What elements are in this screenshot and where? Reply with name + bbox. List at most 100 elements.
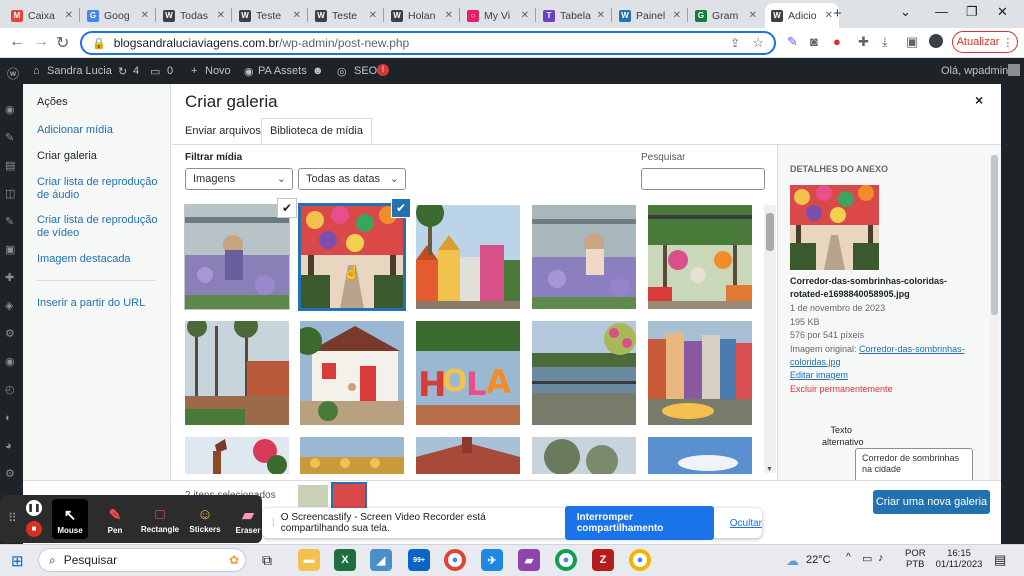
media-thumbnail[interactable] (300, 437, 404, 474)
tab-search-icon[interactable]: ⌄ (900, 4, 911, 20)
browser-tab[interactable]: W Teste ✕ (233, 3, 307, 28)
windows-start-icon[interactable]: ⊞ (11, 552, 24, 570)
volume-icon[interactable]: ♪ (878, 552, 884, 564)
tab-close-icon[interactable]: ✕ (293, 10, 301, 21)
tray-overflow-icon[interactable]: ^ (846, 552, 851, 563)
tab-close-icon[interactable]: ✕ (749, 10, 757, 21)
tab-close-icon[interactable]: ✕ (445, 10, 453, 21)
new-plus-icon[interactable]: + (191, 65, 197, 77)
tab-close-icon[interactable]: ✕ (369, 10, 377, 21)
selection-thumb[interactable] (298, 485, 328, 507)
weather-icon[interactable]: ☁ (786, 553, 799, 569)
back-icon[interactable]: ← (9, 33, 25, 51)
media-thumbnail-selected[interactable] (298, 203, 406, 311)
new-content-link[interactable]: Novo (205, 65, 231, 77)
seo-link[interactable]: SEO (354, 65, 377, 77)
media-thumbnail[interactable] (648, 437, 752, 474)
checkmark-icon[interactable]: ✔ (277, 198, 297, 218)
tool-rectangle[interactable]: □ Rectangle (140, 506, 180, 534)
media-thumbnail[interactable] (185, 437, 289, 474)
address-bar[interactable]: 🔒 blogsandraluciaviagens.com.br/wp-admin… (80, 31, 776, 55)
chrome-profile-icon[interactable]: ● (555, 549, 577, 571)
sidepanel-icon[interactable]: ▣ (906, 34, 918, 50)
notifications-icon[interactable]: ▤ (994, 552, 1006, 568)
drag-icon[interactable]: ⁞ (272, 518, 275, 529)
close-window-icon[interactable]: ✕ (997, 4, 1008, 20)
site-name-link[interactable]: Sandra Lucia (47, 65, 112, 77)
menu-item-audio-playlist[interactable]: Criar lista de reprodução de áudio (37, 176, 162, 202)
checkmark-icon[interactable]: ✔ (391, 198, 411, 218)
camera-extension-icon[interactable]: ◙ (810, 34, 818, 49)
network-icon[interactable]: ▭ (862, 552, 872, 565)
share-icon[interactable]: ⇪ (730, 36, 740, 50)
tool-stickers[interactable]: ☺ Stickers (185, 506, 225, 534)
photos-icon[interactable]: ✈ (481, 549, 503, 571)
pause-icon[interactable]: ❚❚ (26, 500, 42, 516)
clipchamp-icon[interactable]: ▰ (518, 549, 540, 571)
user-avatar[interactable] (1008, 64, 1020, 76)
new-tab-icon[interactable]: + (833, 5, 842, 22)
tab-close-icon[interactable]: ✕ (673, 10, 681, 21)
media-thumbnail[interactable] (532, 321, 636, 425)
browser-tab[interactable]: W Adicio ✕ (765, 3, 839, 28)
record-extension-icon[interactable]: ● (833, 34, 841, 49)
media-thumbnail[interactable] (184, 204, 290, 310)
excel-icon[interactable]: X (334, 549, 356, 571)
stop-sharing-button[interactable]: Interromper compartilhamento (564, 506, 714, 540)
media-thumbnail[interactable] (185, 321, 289, 425)
filter-type-select[interactable]: Imagens ⌄ (185, 168, 293, 190)
media-thumbnail[interactable] (416, 437, 520, 474)
edit-image-link[interactable]: Editar imagem (790, 370, 848, 380)
comments-icon[interactable]: ▭ (150, 65, 160, 78)
delete-permanently-link[interactable]: Excluir permanentemente (790, 383, 980, 396)
forward-icon[interactable]: → (33, 33, 49, 51)
clock[interactable]: 16:15 01/11/2023 (934, 548, 984, 570)
library-scrollbar[interactable] (764, 205, 776, 473)
browser-tab[interactable]: ○ My Vi ✕ (461, 3, 535, 28)
selection-thumb[interactable] (331, 482, 367, 510)
browser-tab[interactable]: W Painel ✕ (613, 3, 687, 28)
app-icon[interactable]: ◢ (370, 549, 392, 571)
browser-tab[interactable]: M Caixa ✕ (5, 3, 79, 28)
tab-close-icon[interactable]: ✕ (217, 10, 225, 21)
media-thumbnail[interactable] (648, 205, 752, 309)
browser-tab[interactable]: W Todas ✕ (157, 3, 231, 28)
menu-item-insert-url[interactable]: Inserir a partir do URL (37, 297, 162, 310)
chrome-icon[interactable]: ● (444, 549, 466, 571)
tab-close-icon[interactable]: ✕ (825, 10, 833, 21)
media-thumbnail[interactable]: HOLA (416, 321, 520, 425)
tab-close-icon[interactable]: ✕ (141, 10, 149, 21)
tab-close-icon[interactable]: ✕ (65, 10, 73, 21)
alt-text-textarea[interactable]: Corredor de sombrinhas na cidade (855, 448, 973, 482)
media-thumbnail[interactable] (532, 437, 636, 474)
media-thumbnail[interactable] (648, 321, 752, 425)
tab-media-library[interactable]: Biblioteca de mídia (261, 118, 372, 144)
download-icon[interactable]: ⤓ (882, 34, 888, 50)
scroll-down-icon[interactable]: ▼ (766, 466, 773, 473)
tool-mouse[interactable]: ↖ Mouse (50, 506, 90, 535)
filter-date-select[interactable]: Todas as datas ⌄ (298, 168, 406, 190)
extensions-icon[interactable]: ✚ (858, 34, 869, 50)
media-thumbnail[interactable] (416, 205, 520, 309)
tab-upload-files[interactable]: Enviar arquivos (177, 118, 269, 144)
pa-assets-link[interactable]: PA Assets (258, 65, 307, 77)
create-gallery-button[interactable]: Criar uma nova galeria (873, 490, 990, 514)
browser-tab[interactable]: T Tabela ✕ (537, 3, 611, 28)
profile-avatar[interactable] (929, 34, 943, 48)
media-thumbnail[interactable] (532, 205, 636, 309)
bookmark-star-icon[interactable]: ☆ (752, 35, 764, 51)
tool-pen[interactable]: ✎ Pen (95, 506, 135, 535)
weather-temp[interactable]: 22°C (806, 555, 831, 566)
menu-item-create-gallery[interactable]: Criar galeria (37, 150, 162, 163)
file-explorer-icon[interactable]: ▬ (298, 549, 320, 571)
wordpress-logo-icon[interactable]: ⓦ (7, 65, 19, 82)
updates-icon[interactable]: ↻ (118, 65, 127, 78)
site-home-icon[interactable]: ⌂ (33, 65, 40, 77)
taskbar-search[interactable]: ⌕ Pesquisar ✿ (38, 548, 246, 572)
close-icon[interactable]: × (975, 92, 983, 108)
tab-close-icon[interactable]: ✕ (597, 10, 605, 21)
tab-close-icon[interactable]: ✕ (521, 10, 529, 21)
menu-item-add-media[interactable]: Adicionar mídia (37, 124, 162, 137)
hide-link[interactable]: Ocultar (730, 518, 762, 529)
drag-handle-icon[interactable]: ⠿ (8, 511, 17, 525)
